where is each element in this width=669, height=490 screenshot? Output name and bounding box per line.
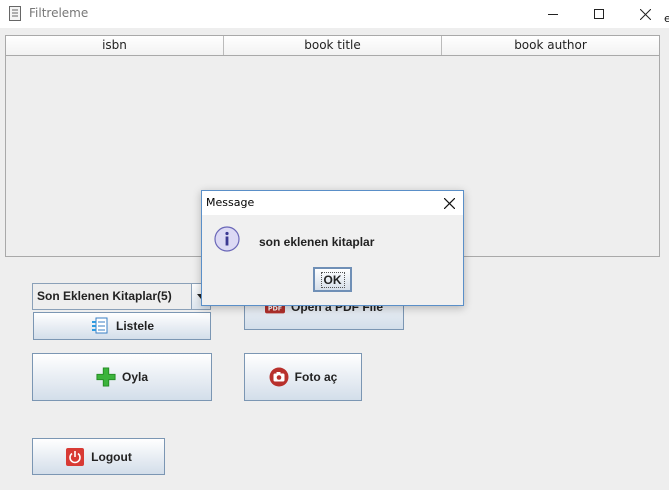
- column-header-isbn[interactable]: isbn: [6, 36, 224, 55]
- oyla-label: Oyla: [121, 370, 148, 384]
- column-header-book-title[interactable]: book title: [224, 36, 442, 55]
- power-icon: [65, 447, 85, 467]
- maximize-icon: [594, 9, 604, 19]
- logout-label: Logout: [91, 449, 132, 464]
- dialog-ok-button[interactable]: OK: [313, 267, 352, 292]
- combobox-selected-value: Son Eklenen Kitaplar(5): [37, 289, 172, 303]
- plus-icon: [96, 367, 116, 387]
- svg-text:PDF: PDF: [268, 305, 282, 312]
- info-icon: [214, 226, 240, 252]
- dialog-close-button[interactable]: [438, 193, 460, 213]
- stray-text: e: [664, 12, 669, 25]
- table-header: isbn book title book author: [6, 36, 659, 56]
- camera-icon: [269, 367, 289, 387]
- message-dialog: Message son eklenen kitaplar OK: [201, 190, 464, 306]
- maximize-button[interactable]: [576, 0, 622, 28]
- dialog-titlebar: Message: [202, 191, 463, 215]
- dialog-title: Message: [206, 196, 255, 209]
- foto-ac-button[interactable]: Foto aç: [244, 353, 362, 401]
- close-icon: [639, 8, 651, 20]
- close-icon: [443, 197, 455, 209]
- window-titlebar: Filtreleme: [0, 0, 669, 28]
- dialog-ok-label: OK: [320, 271, 345, 288]
- logout-button[interactable]: Logout: [32, 438, 165, 475]
- close-button[interactable]: [622, 0, 668, 28]
- filter-combobox[interactable]: Son Eklenen Kitaplar(5): [32, 283, 211, 310]
- listele-label: Listele: [115, 319, 154, 333]
- dialog-message: son eklenen kitaplar: [259, 235, 375, 249]
- column-header-book-author[interactable]: book author: [442, 36, 659, 55]
- minimize-button[interactable]: [530, 0, 576, 28]
- document-icon: [9, 6, 21, 21]
- foto-ac-label: Foto aç: [294, 370, 338, 384]
- list-icon: [90, 316, 110, 336]
- listele-button[interactable]: Listele: [33, 312, 211, 340]
- oyla-button[interactable]: Oyla: [32, 353, 212, 401]
- minimize-icon: [548, 14, 558, 15]
- window-title: Filtreleme: [29, 6, 89, 20]
